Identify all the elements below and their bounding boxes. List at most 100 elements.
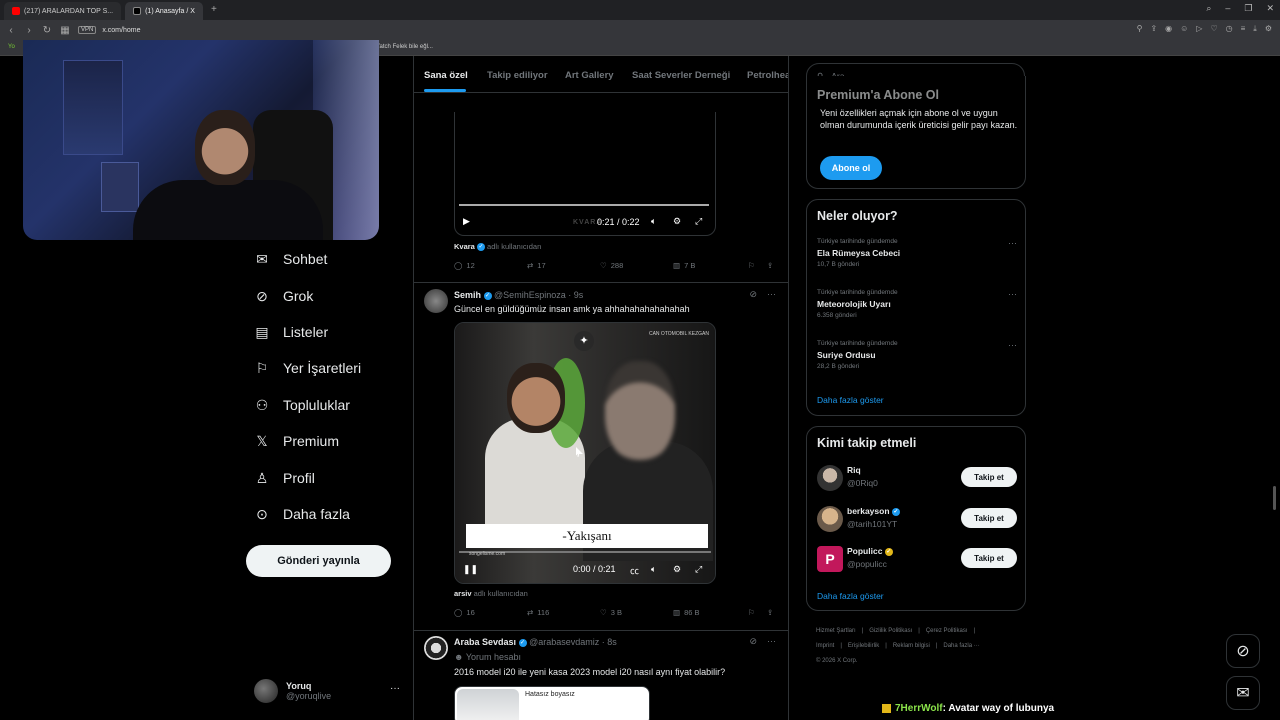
sparkle-icon[interactable]: ✦ <box>574 331 594 351</box>
repost-button[interactable]: ⇄ 17 <box>527 261 546 270</box>
subscribe-button[interactable]: Abone ol <box>820 156 882 180</box>
volume-icon[interactable]: 🔈︎ <box>651 216 656 227</box>
bookmark-button[interactable]: ⚐ <box>748 608 755 617</box>
camera-icon[interactable]: ◉ <box>1165 24 1172 34</box>
volume-icon[interactable]: 🔈︎ <box>651 564 656 575</box>
more-icon[interactable]: ··· <box>1008 340 1017 350</box>
grid-icon[interactable]: ▦ <box>60 25 70 36</box>
video-progress-bar[interactable] <box>459 204 709 206</box>
page-scrollbar[interactable] <box>1273 486 1276 510</box>
like-button[interactable]: ♡ 3 B <box>600 608 622 617</box>
follow-button[interactable]: Takip et <box>961 508 1017 528</box>
fullscreen-icon[interactable]: ⤢ <box>695 564 702 575</box>
settings-icon[interactable]: ⚙ <box>673 216 681 227</box>
fullscreen-icon[interactable]: ⤢ <box>695 216 702 227</box>
download-icon[interactable]: ⤓ <box>1253 24 1257 34</box>
more-icon[interactable]: ··· <box>390 683 400 694</box>
post-image-card[interactable]: Hatasız boyasız <box>454 686 650 720</box>
follow-suggestion[interactable]: berkayson ✓ @tarih101YT Takip et <box>817 504 1017 534</box>
views-button[interactable]: ▥ 7 B <box>673 261 695 270</box>
author-handle[interactable]: @SemihEspinoza <box>494 290 566 300</box>
trend-item[interactable]: Türkiye tarihinde gündemde Meteorolojik … <box>817 289 1017 319</box>
browser-tab-youtube[interactable]: (217) ARALARDAN TOP S... <box>4 2 122 20</box>
views-button[interactable]: ▥ 86 B <box>673 608 700 617</box>
settings-icon[interactable]: ⚙ <box>673 564 681 575</box>
trend-item[interactable]: Türkiye tarihinde gündemde Ela Rümeysa C… <box>817 238 1017 268</box>
video-player[interactable]: ▶ KVARA 0:21 / 0:22 🔈︎ ⚙ ⤢ <box>454 112 716 236</box>
sidebar-item-more[interactable]: ⊙ Daha fazla <box>254 506 350 523</box>
sidebar-item-profile[interactable]: ♙ Profil <box>254 470 315 487</box>
follow-suggestion[interactable]: P Populicc ✓ @populicc Takip et <box>817 544 1017 574</box>
emoji-icon[interactable]: ☺ <box>1180 24 1188 34</box>
tab-petrolhead[interactable]: Petrolhea <box>747 70 788 81</box>
follow-button[interactable]: Takip et <box>961 467 1017 487</box>
post-time[interactable]: · 8s <box>602 637 617 647</box>
share-button[interactable]: ⇪ <box>767 261 773 270</box>
avatar[interactable] <box>424 636 448 660</box>
grok-icon[interactable]: ⊘ <box>749 636 757 647</box>
share-icon[interactable]: ⇪ <box>1150 24 1157 34</box>
reply-button[interactable]: ◯ 16 <box>454 608 475 617</box>
attribution-user[interactable]: arsiv <box>454 589 472 598</box>
post-button[interactable]: Gönderi yayınla <box>246 545 391 577</box>
vpn-badge[interactable]: VPN <box>78 26 97 34</box>
show-more-trends-link[interactable]: Daha fazla göster <box>817 395 884 405</box>
bookmark-right[interactable]: Yatch Felek bile eğl... <box>376 44 433 50</box>
sidebar-item-bookmarks[interactable]: ⚐ Yer İşaretleri <box>254 360 361 377</box>
tab-saat-severler[interactable]: Saat Severler Derneği <box>632 70 730 81</box>
sidebar-item-communities[interactable]: ⚇ Topluluklar <box>254 397 350 414</box>
maximize-icon[interactable]: ❐ <box>1244 3 1252 14</box>
bookmark-button[interactable]: ⚐ <box>748 261 755 270</box>
follow-suggestion[interactable]: Riq @0Riq0 Takip et <box>817 463 1017 493</box>
new-tab-button[interactable]: + <box>207 3 221 17</box>
footer-link-more[interactable]: Daha fazla ··· <box>943 643 979 649</box>
footer-link-imprint[interactable]: Imprint <box>816 643 834 649</box>
captions-icon[interactable]: ㏄ <box>630 564 639 577</box>
browser-tab-x[interactable]: (1) Anasayfa / X <box>125 2 203 20</box>
minimize-icon[interactable]: – <box>1225 3 1230 14</box>
messages-floating-button[interactable]: ✉ <box>1226 676 1260 710</box>
avatar[interactable] <box>424 289 448 313</box>
footer-link-ads-info[interactable]: Reklam bilgisi <box>893 643 930 649</box>
close-window-icon[interactable]: ✕ <box>1266 3 1274 14</box>
grok-icon[interactable]: ⊘ <box>749 289 757 300</box>
author-handle[interactable]: @arabasevdamiz <box>529 637 599 647</box>
heart-icon[interactable]: ♡ <box>1210 24 1217 34</box>
attribution-user[interactable]: Kvara <box>454 242 475 251</box>
tab-following[interactable]: Takip ediliyor <box>487 70 548 81</box>
more-icon[interactable]: ··· <box>1008 238 1017 248</box>
history-icon[interactable]: ◷ <box>1226 24 1233 34</box>
zoom-icon[interactable]: ⚲ <box>1137 24 1143 34</box>
share-button[interactable]: ⇪ <box>767 608 773 617</box>
repost-button[interactable]: ⇄ 116 <box>527 608 549 617</box>
more-icon[interactable]: ··· <box>767 289 776 300</box>
bookmark-left[interactable]: Yo <box>8 44 15 50</box>
author-name[interactable]: Araba Sevdası <box>454 637 516 647</box>
account-switcher[interactable]: Yoruq @yoruqlive ··· <box>254 677 404 705</box>
forward-icon[interactable]: › <box>24 25 34 36</box>
footer-link-terms[interactable]: Hizmet Şartları <box>816 628 856 634</box>
follow-button[interactable]: Takip et <box>961 548 1017 568</box>
video-player[interactable]: ✦ CAN OTOMOBIL KEZGAN -Yakışanı songelis… <box>454 322 716 584</box>
more-icon[interactable]: ··· <box>1008 289 1017 299</box>
sidebar-item-lists[interactable]: ▤ Listeler <box>254 324 328 341</box>
menu-icon[interactable]: ≡ <box>1241 24 1246 34</box>
reply-button[interactable]: ◯ 12 <box>454 261 475 270</box>
trend-item[interactable]: Türkiye tarihinde gündemde Suriye Ordusu… <box>817 340 1017 370</box>
author-name[interactable]: Semih <box>454 290 481 300</box>
footer-link-accessibility[interactable]: Erişilebilirlik <box>848 643 879 649</box>
back-icon[interactable]: ‹ <box>6 25 16 36</box>
settings-icon[interactable]: ⚙ <box>1265 24 1272 34</box>
tab-art-gallery[interactable]: Art Gallery <box>565 70 614 81</box>
address-bar[interactable]: VPN x.com/home <box>78 26 140 34</box>
like-button[interactable]: ♡ 288 <box>600 261 623 270</box>
post-time[interactable]: · 9s <box>568 290 583 300</box>
more-icon[interactable]: ··· <box>767 636 776 647</box>
url-text[interactable]: x.com/home <box>102 27 140 34</box>
footer-link-cookies[interactable]: Çerez Politikası <box>926 628 968 634</box>
sidebar-item-grok[interactable]: ⊘ Grok <box>254 288 313 305</box>
tab-for-you[interactable]: Sana özel <box>424 70 468 81</box>
sidebar-item-chat[interactable]: ✉ Sohbet <box>254 251 327 268</box>
grok-floating-button[interactable]: ⊘ <box>1226 634 1260 668</box>
search-tabs-icon[interactable]: ⌕ <box>1206 3 1211 14</box>
